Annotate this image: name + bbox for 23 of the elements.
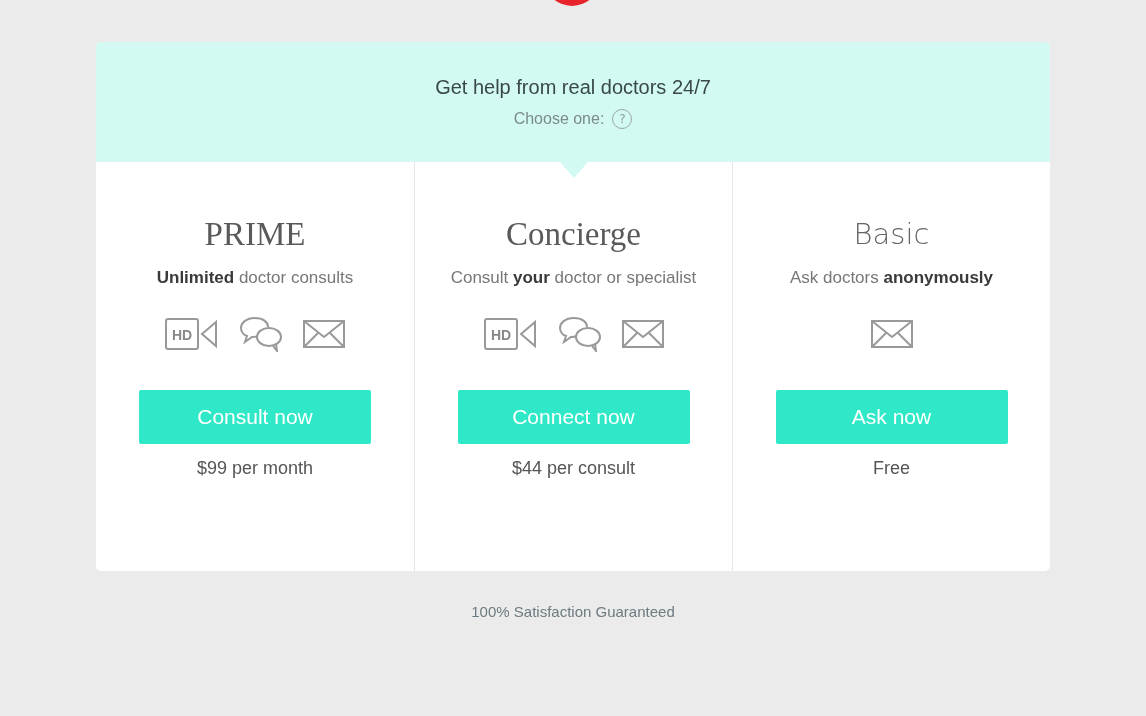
plan-name: Concierge [506,215,641,254]
plan-price: Free [873,458,910,479]
plan-tagline: Ask doctors anonymously [789,268,994,288]
choose-label: Choose one: [513,109,605,128]
envelope-icon [870,320,913,348]
envelope-icon [303,320,345,348]
plan-name: PRIME [204,215,306,254]
plan-price: $99 per month [196,458,314,479]
guarantee-text: 100% Satisfaction Guaranteed [471,603,675,620]
plan-tagline: Unlimited doctor consults [156,268,354,288]
plan-tagline: Consult your doctor or specialist [450,268,697,288]
plan-column[interactable]: PRIME Unlimited doctor consults HD Consult now $99 per month [96,162,414,571]
plan-name: Basic [853,216,930,253]
chat-icon [557,316,602,352]
envelope-icon [621,320,664,348]
plan-column[interactable]: Basic Ask doctors anonymously Ask now Free [732,162,1050,571]
plan-button[interactable]: Consult now [139,390,371,444]
plan-price: $44 per consult [511,458,636,479]
header-title: Get help from real doctors 24/7 [435,75,711,99]
plan-button[interactable]: Connect now [457,390,690,444]
plan-button[interactable]: Ask now [775,390,1008,444]
plan-column[interactable]: Concierge Consult your doctor or specialist HD Connect now $44 per consult [414,162,732,571]
chat-icon [239,316,283,352]
